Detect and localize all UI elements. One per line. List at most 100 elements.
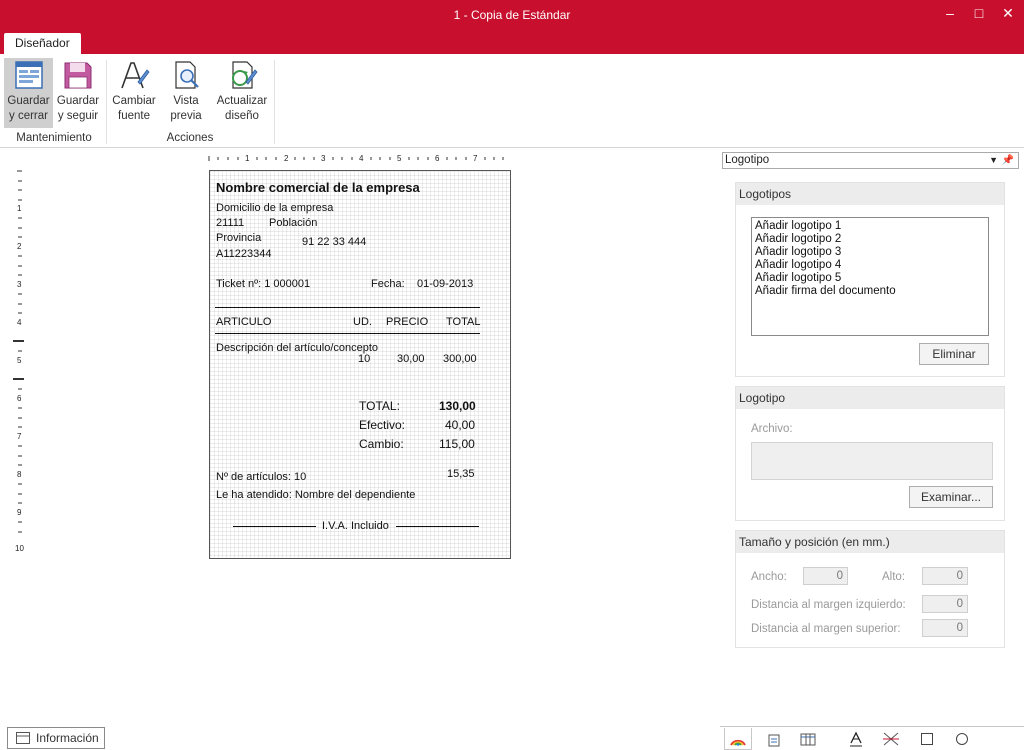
list-item[interactable]: Añadir logotipo 5 xyxy=(755,272,985,285)
ruler-label: 3 xyxy=(321,154,326,163)
list-item[interactable]: Añadir firma del documento xyxy=(755,285,985,298)
tax-id[interactable]: A11223344 xyxy=(216,248,271,260)
cash-value[interactable]: 40,00 xyxy=(445,418,475,432)
maximize-button[interactable]: □ xyxy=(968,4,990,24)
width-label: Ancho: xyxy=(751,571,787,583)
rectangle-tab[interactable] xyxy=(913,728,941,750)
attended-by[interactable]: Le ha atendido: Nombre del dependiente xyxy=(216,489,415,501)
province[interactable]: Provincia xyxy=(216,232,261,244)
ruler-label: 7 xyxy=(473,154,478,163)
ticket-number[interactable]: Ticket nº: 1 000001 xyxy=(216,278,310,290)
save-and-close-button[interactable]: Guardar y cerrar xyxy=(4,58,53,128)
vat-included[interactable]: I.V.A. Incluido xyxy=(322,520,389,532)
city[interactable]: Población xyxy=(269,217,317,229)
ribbon-tab-strip: Diseñador xyxy=(0,31,1024,55)
top-margin-field[interactable]: 0 xyxy=(922,619,968,637)
column-header-units[interactable]: UD. xyxy=(353,316,372,328)
ruler-label: 9 xyxy=(17,508,22,517)
horizontal-ruler: 1 2 3 4 5 6 7 xyxy=(205,153,515,165)
circle-tab[interactable] xyxy=(948,728,976,750)
divider xyxy=(215,333,480,334)
item-units[interactable]: 10 xyxy=(358,353,370,365)
floppy-disk-icon xyxy=(64,62,92,89)
item-description[interactable]: Descripción del artículo/concepto xyxy=(216,342,378,354)
ruler-label: 6 xyxy=(435,154,440,163)
width-field[interactable]: 0 xyxy=(803,567,848,585)
ticket-design-canvas[interactable]: Nombre comercial de la empresa Domicilio… xyxy=(209,170,511,559)
toolbox-tabs xyxy=(720,726,1024,750)
total-label[interactable]: TOTAL: xyxy=(359,399,400,413)
delete-button[interactable]: Eliminar xyxy=(919,343,989,365)
update-design-button[interactable]: Actualizar diseño xyxy=(214,58,270,128)
chevron-down-icon[interactable]: ▼ xyxy=(989,153,998,168)
save-and-continue-label-2: y seguir xyxy=(57,110,99,122)
group-separator xyxy=(106,60,107,144)
preview-magnifier-icon xyxy=(175,61,199,89)
color-palette-icon xyxy=(730,739,746,746)
ruler-label: 6 xyxy=(17,394,22,403)
update-design-label-1: Actualizar xyxy=(216,95,268,107)
divider xyxy=(215,307,480,308)
information-label: Información xyxy=(36,731,99,745)
close-button[interactable]: ✕ xyxy=(997,4,1019,24)
ruler-label: 3 xyxy=(17,280,22,289)
preview-label-1: Vista xyxy=(173,95,199,107)
save-and-close-label-1: Guardar xyxy=(7,95,50,107)
list-item[interactable]: Añadir logotipo 4 xyxy=(755,259,985,272)
logo-list[interactable]: Añadir logotipo 1 Añadir logotipo 2 Añad… xyxy=(751,217,989,336)
cash-label[interactable]: Efectivo: xyxy=(359,418,405,432)
line-tab[interactable] xyxy=(877,728,905,750)
preview-label-2: previa xyxy=(170,110,202,122)
list-item[interactable]: Añadir logotipo 1 xyxy=(755,220,985,233)
ruler-label: 4 xyxy=(359,154,364,163)
change-font-label-2: fuente xyxy=(118,110,150,122)
save-and-close-label-2: y cerrar xyxy=(9,110,48,122)
browse-button[interactable]: Examinar... xyxy=(909,486,993,508)
item-price[interactable]: 30,00 xyxy=(397,353,425,365)
logotipo-section: Logotipo Archivo: Examinar... xyxy=(735,386,1005,521)
minimize-button[interactable]: – xyxy=(939,4,961,24)
date-value[interactable]: 01-09-2013 xyxy=(417,278,473,290)
tab-disenador[interactable]: Diseñador xyxy=(4,33,81,55)
company-address[interactable]: Domicilio de la empresa xyxy=(216,202,333,214)
palette-tab[interactable] xyxy=(724,728,752,750)
list-item[interactable]: Añadir logotipo 3 xyxy=(755,246,985,259)
phone[interactable]: 91 22 33 444 xyxy=(302,236,366,248)
group-label-acciones: Acciones xyxy=(166,132,214,144)
column-header-price[interactable]: PRECIO xyxy=(386,316,428,328)
company-name[interactable]: Nombre comercial de la empresa xyxy=(216,180,420,195)
date-label[interactable]: Fecha: xyxy=(371,278,405,290)
left-margin-field[interactable]: 0 xyxy=(922,595,968,613)
logotipo-header: Logotipo xyxy=(736,387,1004,409)
information-tab[interactable]: Información xyxy=(7,727,105,749)
change-value[interactable]: 115,00 xyxy=(439,437,475,451)
logotipos-header: Logotipos xyxy=(736,183,1004,205)
vat-line-right xyxy=(396,526,479,527)
size-position-section: Tamaño y posición (en mm.) Ancho: 0 Alto… xyxy=(735,530,1005,648)
text-field-tab[interactable] xyxy=(760,728,788,750)
window-title: 1 - Copia de Estándar xyxy=(453,8,571,22)
extra-value[interactable]: 15,35 xyxy=(447,468,475,480)
ruler-label: 2 xyxy=(17,242,22,251)
element-selector-combo[interactable]: Logotipo ▼ 📌 xyxy=(722,152,1019,169)
ruler-label: 2 xyxy=(284,154,289,163)
number-of-articles[interactable]: Nº de artículos: 10 xyxy=(216,471,306,483)
save-and-continue-button[interactable]: Guardar y seguir xyxy=(54,58,102,128)
pin-icon[interactable]: 📌 xyxy=(1002,153,1014,168)
change-label[interactable]: Cambio: xyxy=(359,437,404,451)
total-value[interactable]: 130,00 xyxy=(439,399,476,413)
font-tab[interactable] xyxy=(842,728,870,750)
table-tab[interactable] xyxy=(794,728,822,750)
text-document-icon xyxy=(768,734,780,747)
item-total[interactable]: 300,00 xyxy=(443,353,477,365)
preview-button[interactable]: Vista previa xyxy=(164,58,208,128)
list-item[interactable]: Añadir logotipo 2 xyxy=(755,233,985,246)
height-field[interactable]: 0 xyxy=(922,567,968,585)
column-header-total[interactable]: TOTAL xyxy=(446,316,480,328)
ruler-label: 5 xyxy=(397,154,402,163)
change-font-button[interactable]: Cambiar fuente xyxy=(110,58,158,128)
size-position-header: Tamaño y posición (en mm.) xyxy=(736,531,1004,553)
vat-line-left xyxy=(233,526,316,527)
column-header-article[interactable]: ARTICULO xyxy=(216,316,271,328)
postal-code[interactable]: 21111 xyxy=(216,217,244,229)
